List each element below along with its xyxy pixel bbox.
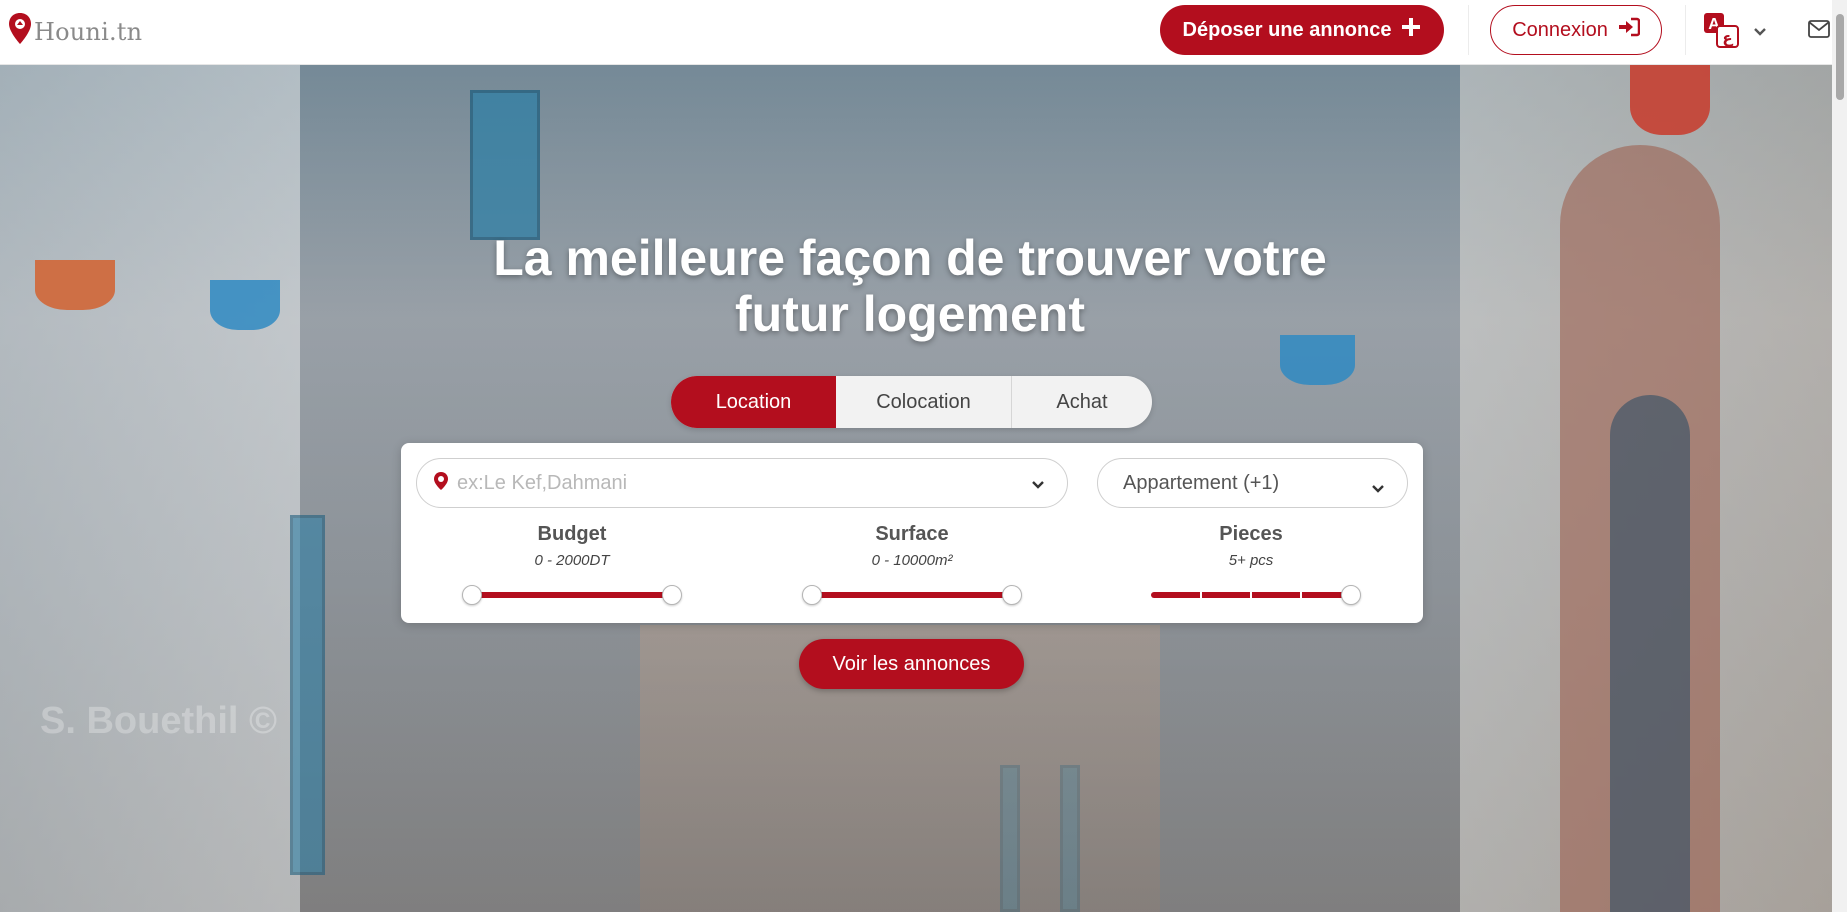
sign-in-icon [1618, 17, 1641, 43]
login-label: Connexion [1512, 18, 1608, 41]
background-wall-left [0, 65, 300, 912]
hero-headline-line2: futur logement [735, 286, 1085, 342]
background-blue-window [290, 515, 325, 875]
budget-range-slider[interactable] [462, 583, 682, 607]
budget-title: Budget [537, 523, 607, 545]
top-navbar: Houni.tn Déposer une annonce Connexion A… [0, 0, 1847, 65]
hero-headline-line1: La meilleure façon de trouver votre [493, 230, 1327, 286]
header-divider [1468, 5, 1469, 55]
rooms-title: Pieces [1219, 523, 1283, 545]
scrollbar-thumb[interactable] [1836, 14, 1844, 100]
budget-min-handle[interactable] [462, 585, 482, 605]
post-ad-button[interactable]: Déposer une annonce [1160, 5, 1444, 55]
svg-text:ع: ع [1722, 29, 1733, 47]
surface-filter: Surface 0 - 10000m² [802, 523, 1022, 605]
property-type-select[interactable]: Appartement (+1) [1097, 458, 1408, 508]
surface-range-slider[interactable] [802, 583, 1022, 607]
tab-colocation[interactable]: Colocation [836, 376, 1012, 428]
page-scrollbar[interactable] [1832, 0, 1847, 912]
budget-max-handle[interactable] [662, 585, 682, 605]
view-listings-button[interactable]: Voir les annonces [799, 639, 1024, 689]
background-door [1610, 395, 1690, 912]
surface-min-handle[interactable] [802, 585, 822, 605]
background-flower-pot [210, 280, 280, 330]
map-pin-logo-icon [8, 12, 32, 51]
location-search-input[interactable] [457, 471, 997, 495]
rooms-slider-tick [1200, 592, 1202, 598]
logo-text: Houni.tn [34, 17, 143, 46]
chevron-down-icon [1753, 24, 1767, 42]
map-pin-icon [433, 471, 449, 496]
hero-headline: La meilleure façon de trouver votre futu… [440, 230, 1380, 342]
background-flower-pot [1280, 335, 1355, 385]
rooms-handle[interactable] [1341, 585, 1361, 605]
background-flower-pot [1630, 65, 1710, 135]
chevron-down-icon [1371, 477, 1385, 500]
background-blue-shutter [470, 90, 540, 240]
rooms-filter: Pieces 5+ pcs [1141, 523, 1361, 605]
surface-title: Surface [875, 523, 949, 545]
surface-slider-track [812, 592, 1012, 598]
translate-icon: A ع [1703, 12, 1739, 53]
photo-credit-watermark: S. Bouethil © [40, 700, 277, 742]
site-logo[interactable]: Houni.tn [8, 12, 142, 51]
budget-slider-track [472, 592, 672, 598]
mail-icon[interactable] [1808, 20, 1830, 43]
post-ad-label: Déposer une annonce [1182, 18, 1392, 41]
search-mode-tabs: Location Colocation Achat [671, 376, 1152, 428]
login-button[interactable]: Connexion [1490, 5, 1662, 55]
rooms-slider-tick [1300, 592, 1302, 598]
surface-max-handle[interactable] [1002, 585, 1022, 605]
background-flower-pot [35, 260, 115, 310]
plus-icon [1401, 17, 1421, 43]
language-selector[interactable]: A ع [1703, 12, 1767, 53]
search-panel: Appartement (+1) Budget 0 - 2000DT Surfa… [401, 443, 1423, 623]
tab-achat[interactable]: Achat [1012, 376, 1152, 428]
rooms-range: 5+ pcs [1228, 552, 1274, 569]
surface-range: 0 - 10000m² [871, 552, 953, 569]
budget-range: 0 - 2000DT [534, 552, 610, 569]
rooms-slider[interactable] [1151, 583, 1361, 607]
header-divider [1685, 5, 1686, 55]
location-select[interactable] [416, 458, 1068, 508]
chevron-down-icon[interactable] [1031, 477, 1045, 495]
budget-filter: Budget 0 - 2000DT [462, 523, 682, 605]
tab-location[interactable]: Location [671, 376, 836, 428]
rooms-slider-tick [1250, 592, 1252, 598]
property-type-value: Appartement (+1) [1123, 471, 1280, 494]
